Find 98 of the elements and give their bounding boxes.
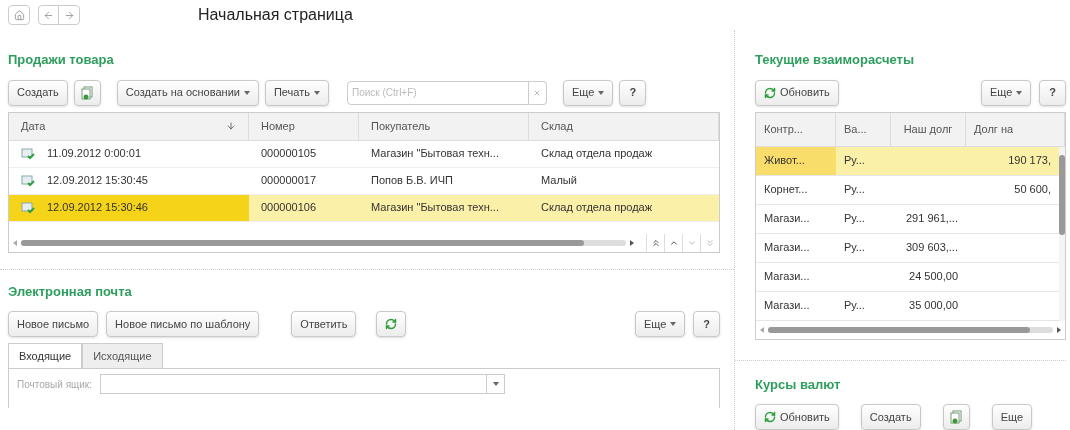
column-header[interactable]: Склад (541, 117, 573, 135)
table-cell-text: Магазин "Бытовая техн... (371, 146, 499, 162)
table-cell-text: 24 500,00 (909, 269, 958, 285)
field-label: Почтовый ящик: (17, 378, 92, 392)
help-button[interactable]: ? (619, 79, 647, 106)
copy-document-icon (80, 85, 94, 100)
table-cell-text: Магази... (764, 240, 810, 256)
column-header[interactable]: Долг на (974, 120, 1014, 138)
column-header[interactable]: Наш долг (903, 120, 953, 138)
refresh-button[interactable] (376, 311, 407, 337)
caret-icon (598, 90, 605, 95)
section-title: Электронная почта (8, 282, 133, 301)
mailbox-field[interactable] (100, 374, 505, 394)
column-header[interactable]: Номер (261, 117, 295, 135)
caret-icon (492, 382, 499, 386)
document-check-icon (21, 201, 35, 214)
table-cell-text: 12.09.2012 15:30:45 (47, 173, 148, 189)
table-cell-text: 291 961,... (906, 211, 958, 227)
table-cell-text: 000000017 (261, 173, 317, 189)
forward-icon (63, 9, 75, 21)
scrollbar-thumb[interactable] (21, 239, 584, 246)
tab[interactable]: Входящие (8, 343, 83, 369)
home-button[interactable] (8, 5, 30, 25)
column-header[interactable]: Покупатель (371, 117, 431, 135)
table-cell-text: Ру... (844, 298, 865, 314)
table-cell-text: Попов Б.В. ИЧП (371, 173, 453, 189)
table-cell-text: Ру... (844, 211, 865, 227)
column-header[interactable]: Дата (21, 117, 46, 135)
table-cell-text: 190 173, (1008, 153, 1051, 169)
table-cell-text: Ру... (844, 182, 865, 198)
column-header[interactable]: Ва... (844, 120, 867, 138)
scroll-right-icon[interactable] (630, 239, 634, 246)
toolbar-button[interactable]: Новое письмо (8, 311, 99, 337)
table-cell-text: Магазин "Бытовая техн... (371, 200, 499, 216)
toolbar-button[interactable]: Создать (860, 404, 921, 430)
more-button[interactable]: Еще (980, 79, 1032, 106)
table-cell-text: 309 603,... (906, 240, 958, 256)
more-button[interactable]: Еще (563, 79, 614, 106)
toolbar-button[interactable]: Новое письмо по шаблону (106, 311, 260, 337)
column-header[interactable]: Контр... (764, 120, 803, 138)
table-cell-text: 50 600, (1014, 182, 1051, 198)
refresh-icon (764, 411, 776, 423)
table-row[interactable]: Живот... Ру... 190 173, (756, 146, 1059, 176)
caret-icon (243, 90, 250, 95)
table-cell-text: Магази... (764, 269, 810, 285)
refresh-button[interactable]: Обновить (755, 404, 839, 430)
section-title: Текущие взаиморасчеты (755, 51, 916, 69)
table-cell-text: Малый (541, 173, 577, 189)
document-check-icon (21, 174, 35, 187)
page-title: Начальная страница (198, 5, 353, 25)
back-icon (43, 9, 54, 21)
tab[interactable]: Исходящие (82, 343, 163, 369)
dropdown-button[interactable]: Создать на основании (116, 79, 259, 106)
scroll-bottom-icon[interactable] (705, 237, 715, 248)
table-cell-text: 35 000,00 (909, 298, 958, 314)
scroll-left-icon[interactable] (760, 326, 764, 333)
document-check-icon (21, 147, 35, 160)
table-cell-text: Магази... (764, 298, 810, 314)
scroll-right-icon[interactable] (1057, 326, 1061, 333)
toolbar-button[interactable]: Еще (991, 404, 1032, 430)
clear-button[interactable] (529, 80, 547, 105)
table-cell-text: Склад отдела продаж (541, 200, 653, 216)
table-row[interactable]: 12.09.2012 15:30:46 000000106 Магазин "Бытовая техн... Склад отдела продаж (9, 194, 719, 222)
section-title: Курсы валют (755, 375, 842, 394)
clear-icon (533, 88, 542, 97)
table-cell-text: Живот... (764, 153, 805, 169)
more-button[interactable]: Еще (634, 311, 686, 337)
sort-icon[interactable] (226, 121, 236, 131)
table-cell-text: Корнет... (764, 182, 808, 198)
caret-icon (314, 90, 320, 95)
table-cell-text: 12.09.2012 15:30:46 (47, 200, 148, 216)
copy-button[interactable] (73, 79, 101, 106)
table-cell-text: 000000105 (261, 146, 317, 162)
dropdown-button[interactable]: Печать (264, 79, 329, 106)
refresh-button[interactable]: Обновить (755, 79, 839, 106)
vertical-scrollbar-thumb[interactable] (1059, 154, 1065, 235)
toolbar-button[interactable]: Создать (8, 79, 68, 106)
copy-document-icon (949, 410, 963, 424)
table-cell-text: Магази... (764, 211, 810, 227)
help-button[interactable]: ? (1039, 79, 1066, 106)
help-button[interactable]: ? (693, 311, 720, 337)
table-cell-text: Ру... (844, 153, 865, 169)
refresh-icon (385, 318, 398, 330)
scroll-top-icon[interactable] (650, 237, 661, 248)
toolbar-button[interactable]: Ответить (291, 311, 357, 337)
home-icon (13, 9, 25, 21)
search-field[interactable]: Поиск (Ctrl+F) (347, 80, 529, 105)
table-cell-text: 11.09.2012 0:00:01 (47, 146, 141, 162)
section-title: Продажи товара (8, 51, 115, 69)
copy-button[interactable] (942, 404, 970, 430)
table-cell-text: Склад отдела продаж (541, 146, 653, 162)
scrollbar-thumb[interactable] (768, 326, 1031, 333)
refresh-icon (764, 86, 776, 99)
table-cell-text: Ру... (844, 240, 865, 256)
caret-icon (670, 322, 677, 326)
table-cell-text: 000000106 (261, 200, 317, 216)
caret-icon (1016, 90, 1023, 95)
scroll-left-icon[interactable] (13, 239, 17, 246)
